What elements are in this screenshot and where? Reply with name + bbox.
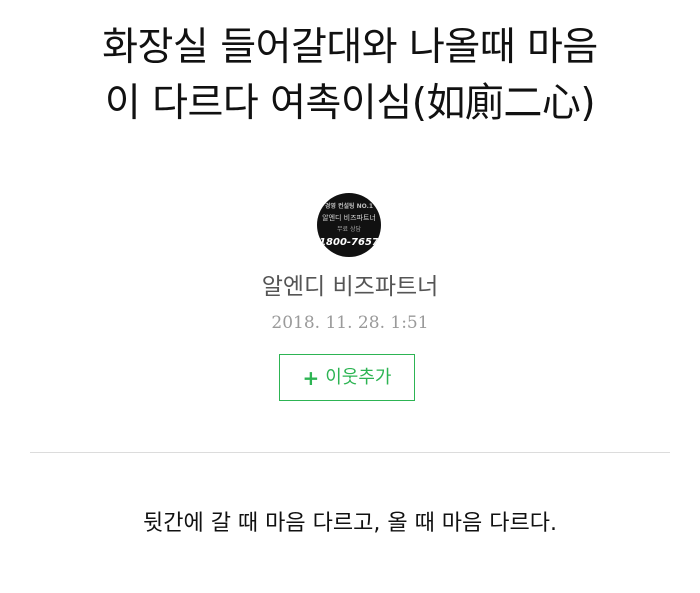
add-neighbor-label: 이웃추가 — [325, 366, 392, 388]
post-body-text: 뒷간에 갈 때 마음 다르고, 올 때 마음 다르다. — [142, 511, 557, 536]
post-header: 화장실 들어갈대와 나올때 마음 이 다르다 여촉이심(如廁二心) 경영 컨설팅… — [0, 0, 700, 440]
add-neighbor-button[interactable]: + 이웃추가 — [279, 354, 415, 401]
author-avatar[interactable]: 경영 컨설팅 NO.1 알엔디 비즈파트너 무료 상담 1800-7657 — [317, 193, 381, 257]
avatar-text-line-4: 1800-7657 — [319, 237, 379, 248]
post-title-line-1: 화장실 들어갈대와 나올때 마음 — [102, 25, 598, 70]
post-date: 2018. 11. 28. 1:51 — [271, 313, 429, 333]
plus-icon: + — [302, 365, 320, 390]
avatar-text-line-2: 알엔디 비즈파트너 — [322, 214, 376, 222]
avatar-text-line-1: 경영 컨설팅 NO.1 — [324, 203, 374, 210]
header-divider — [30, 452, 670, 453]
post-title: 화장실 들어갈대와 나올때 마음 이 다르다 여촉이심(如廁二心) — [0, 20, 700, 132]
avatar-text-line-3: 무료 상담 — [337, 226, 361, 233]
author-name[interactable]: 알엔디 비즈파트너 — [0, 272, 700, 302]
post-title-line-2: 이 다르다 여촉이심(如廁二心) — [104, 81, 596, 126]
